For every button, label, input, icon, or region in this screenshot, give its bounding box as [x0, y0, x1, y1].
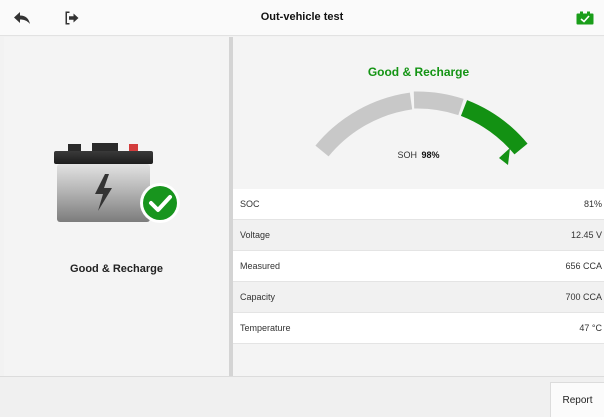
soh-label: SOH: [397, 150, 417, 160]
report-button[interactable]: Report: [550, 382, 604, 417]
result-summary-panel: Good & Recharge: [4, 37, 229, 376]
table-row-voltage: Voltage 12.45 V: [233, 220, 604, 251]
row-value: 12.45 V: [570, 230, 602, 240]
result-detail-panel: Good & Recharge SOH 98% SOC 81% Voltage …: [233, 37, 604, 376]
table-row-temperature: Temperature 47 °C: [233, 313, 604, 344]
bottom-toolbar: Report: [0, 376, 604, 417]
table-row-soc: SOC 81%: [233, 189, 604, 220]
row-label: Capacity: [240, 292, 276, 302]
measurement-table: SOC 81% Voltage 12.45 V Measured 656 CCA…: [233, 189, 604, 344]
battery-status-icon: [576, 11, 594, 25]
row-value: 81%: [583, 199, 602, 209]
row-value: 700 CCA: [565, 292, 602, 302]
row-value: 47 °C: [579, 323, 602, 333]
row-label: SOC: [240, 199, 260, 209]
battery-good-icon: [52, 143, 184, 265]
row-value: 656 CCA: [565, 261, 602, 271]
result-status-title: Good & Recharge: [367, 65, 470, 79]
battery-status-label: Good & Recharge: [70, 263, 163, 275]
page-title: Out-vehicle test: [260, 11, 344, 23]
table-row-measured: Measured 656 CCA: [233, 251, 604, 282]
row-label: Measured: [240, 261, 281, 271]
top-bar: Out-vehicle test: [0, 0, 604, 36]
soh-readout: SOH 98%: [233, 150, 604, 160]
soh-value: 98%: [421, 150, 440, 160]
table-row-capacity: Capacity 700 CCA: [233, 282, 604, 313]
row-label: Voltage: [240, 230, 271, 240]
row-label: Temperature: [240, 323, 291, 333]
